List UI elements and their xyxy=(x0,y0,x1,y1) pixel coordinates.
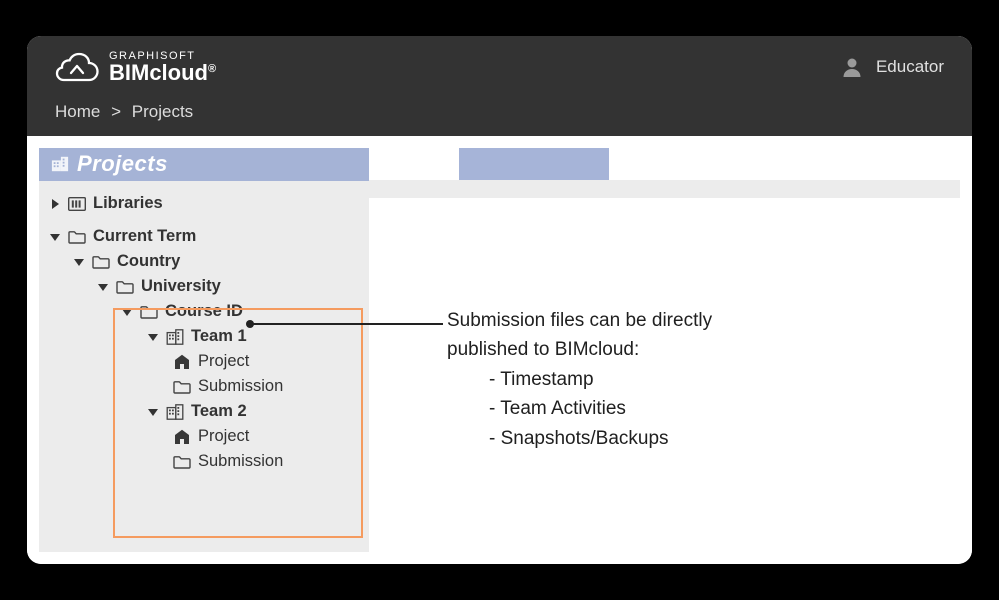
tree-item-course-id[interactable]: Course ID xyxy=(49,299,361,324)
tree-item-university[interactable]: University xyxy=(49,274,361,299)
cloud-icon xyxy=(55,52,99,82)
building-icon xyxy=(166,403,184,421)
caret-right-icon[interactable] xyxy=(49,198,61,210)
folder-icon xyxy=(68,228,86,246)
tree-item-team1-project[interactable]: Project xyxy=(49,349,361,374)
panel-title-bar: Projects xyxy=(39,148,369,181)
project-icon xyxy=(173,353,191,371)
tree-label: Country xyxy=(117,252,180,271)
tree-label: Submission xyxy=(198,452,283,471)
tree-label: Project xyxy=(198,352,249,371)
breadcrumb-home[interactable]: Home xyxy=(55,102,100,121)
folder-icon xyxy=(116,278,134,296)
annotation-bullet: - Snapshots/Backups xyxy=(447,424,712,453)
breadcrumb: Home > Projects xyxy=(27,98,972,136)
projects-panel-icon xyxy=(51,155,69,173)
annotation-bullet: - Team Activities xyxy=(447,394,712,423)
annotation-text: Submission files can be directly publish… xyxy=(447,306,712,453)
tree-item-libraries[interactable]: Libraries xyxy=(49,191,361,216)
tree-label: University xyxy=(141,277,221,296)
right-subbar xyxy=(369,180,960,198)
tree-item-current-term[interactable]: Current Term xyxy=(49,224,361,249)
user-avatar-icon xyxy=(840,55,864,79)
annotation-line: Submission files can be directly xyxy=(447,306,712,335)
tree-label: Team 1 xyxy=(191,327,247,346)
user-role-label: Educator xyxy=(876,57,944,77)
tree-item-team2-project[interactable]: Project xyxy=(49,424,361,449)
library-icon xyxy=(68,195,86,213)
annotation-bullet: - Timestamp xyxy=(447,365,712,394)
tree-item-team-1[interactable]: Team 1 xyxy=(49,324,361,349)
caret-down-icon[interactable] xyxy=(121,306,133,318)
user-menu[interactable]: Educator xyxy=(840,55,944,79)
caret-down-icon[interactable] xyxy=(49,231,61,243)
tree-label: Team 2 xyxy=(191,402,247,421)
app-header: GRAPHISOFT BIMcloud® Educator Home > Pro… xyxy=(27,36,972,136)
tree-item-team-2[interactable]: Team 2 xyxy=(49,399,361,424)
app-window: GRAPHISOFT BIMcloud® Educator Home > Pro… xyxy=(27,36,972,564)
header-top-row: GRAPHISOFT BIMcloud® Educator xyxy=(27,36,972,98)
folder-icon xyxy=(92,253,110,271)
sidebar: Projects Libraries xyxy=(39,148,369,552)
breadcrumb-current[interactable]: Projects xyxy=(132,102,193,121)
panel-title: Projects xyxy=(77,151,168,177)
tree-item-team1-submission[interactable]: Submission xyxy=(49,374,361,399)
tree-label: Current Term xyxy=(93,227,196,246)
folder-icon xyxy=(173,453,191,471)
logo-text: GRAPHISOFT BIMcloud® xyxy=(109,51,216,84)
breadcrumb-separator: > xyxy=(105,102,127,121)
tree-label: Course ID xyxy=(165,302,243,321)
logo[interactable]: GRAPHISOFT BIMcloud® xyxy=(55,51,216,84)
project-icon xyxy=(173,428,191,446)
tree: Libraries Current Term xyxy=(39,181,369,494)
folder-icon xyxy=(140,303,158,321)
tree-item-country[interactable]: Country xyxy=(49,249,361,274)
building-icon xyxy=(166,328,184,346)
tree-label: Libraries xyxy=(93,194,163,213)
caret-down-icon[interactable] xyxy=(97,281,109,293)
caret-down-icon[interactable] xyxy=(73,256,85,268)
tree-item-team2-submission[interactable]: Submission xyxy=(49,449,361,474)
tree-label: Submission xyxy=(198,377,283,396)
annotation-line: published to BIMcloud: xyxy=(447,335,712,364)
tree-label: Project xyxy=(198,427,249,446)
caret-down-icon[interactable] xyxy=(147,406,159,418)
main-content: Projects Libraries xyxy=(27,136,972,564)
tab-active[interactable] xyxy=(459,148,609,180)
caret-down-icon[interactable] xyxy=(147,331,159,343)
right-tabs-row xyxy=(369,148,960,180)
brand-product: BIMcloud® xyxy=(109,62,216,84)
folder-icon xyxy=(173,378,191,396)
